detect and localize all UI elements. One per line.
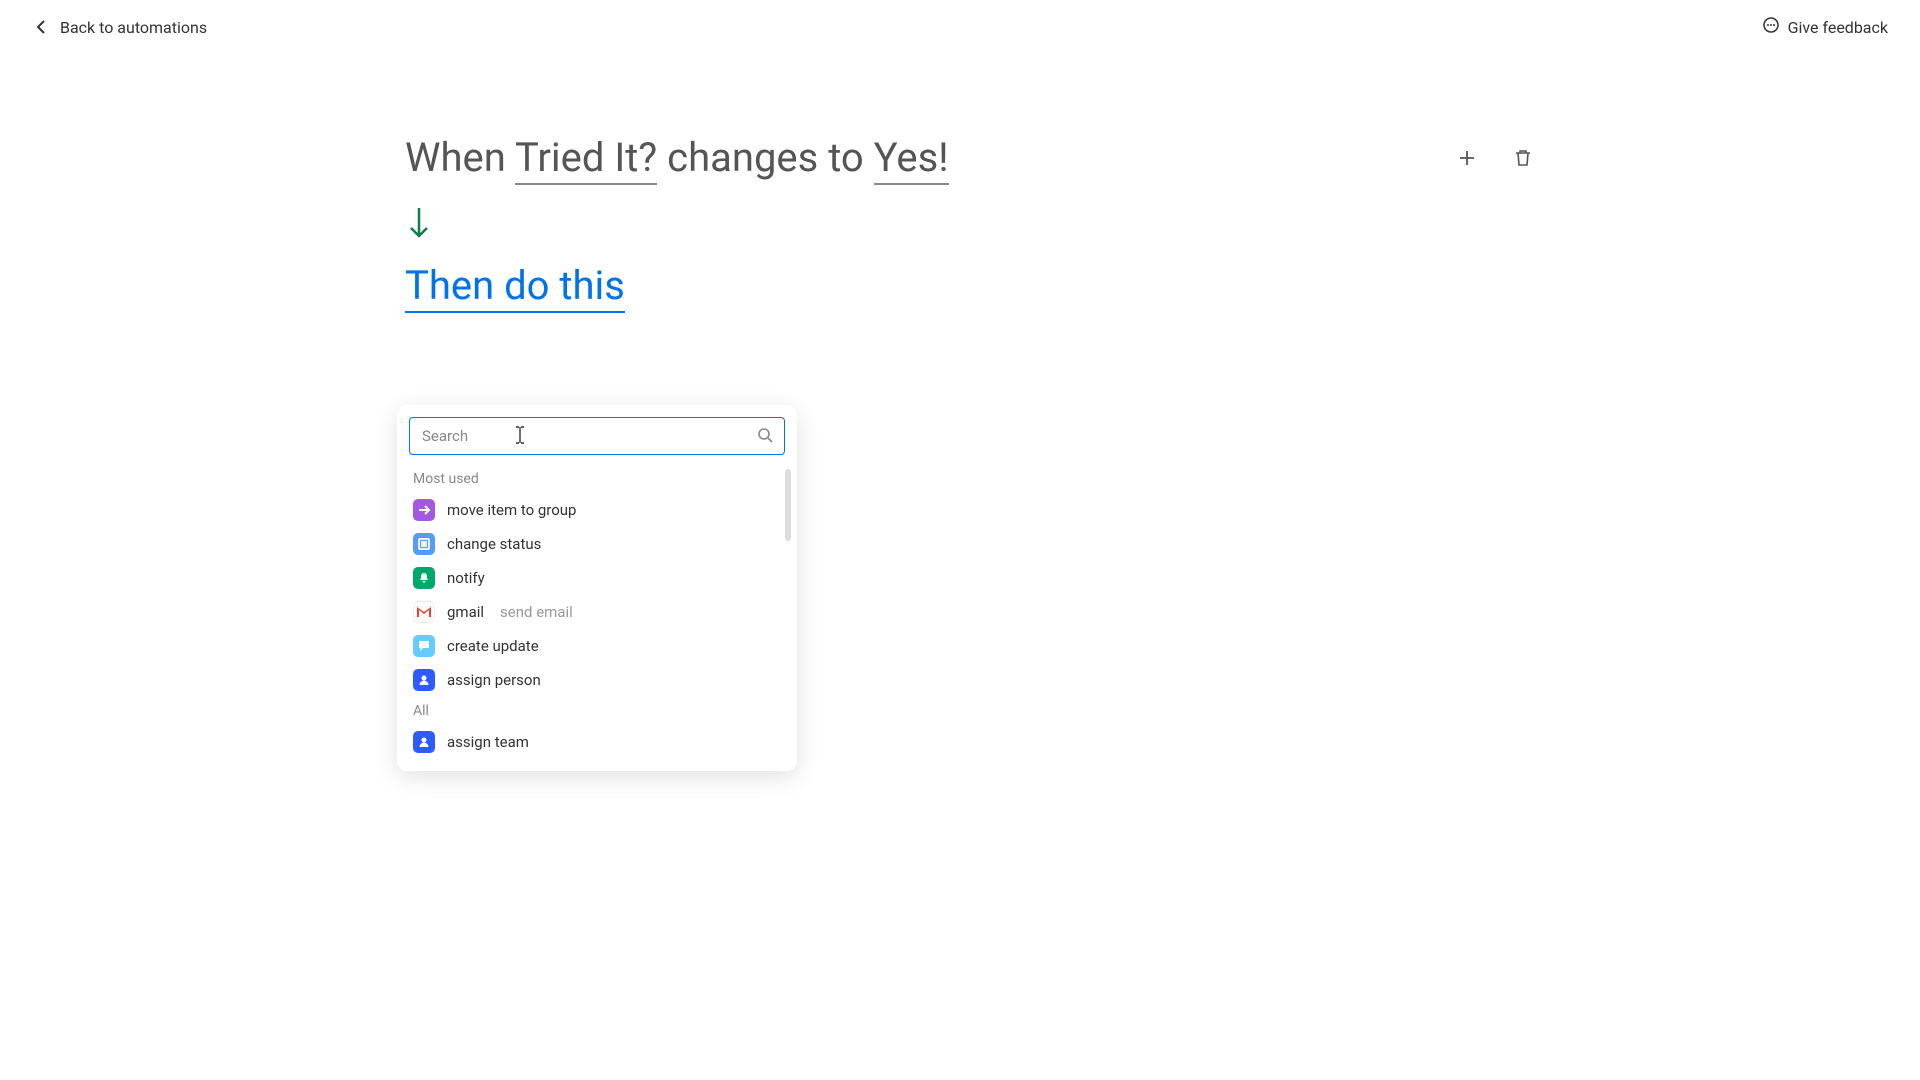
scrollbar-thumb[interactable] — [785, 469, 791, 541]
trigger-actions — [1455, 146, 1535, 170]
chevron-left-icon — [32, 17, 52, 37]
search-icon — [757, 427, 773, 447]
option-label: move item to group — [447, 501, 576, 519]
option-sublabel: send email — [500, 603, 573, 621]
search-input[interactable] — [409, 417, 785, 455]
search-wrapper — [397, 417, 797, 465]
list-icon — [413, 533, 435, 555]
speech-icon — [413, 635, 435, 657]
trigger-prefix: When — [405, 134, 515, 181]
action-prompt-row: Then do this — [405, 262, 1920, 313]
flow-arrow — [405, 206, 1920, 246]
option-label: gmail — [447, 603, 484, 621]
trigger-value-token[interactable]: Yes! — [874, 134, 949, 185]
most-used-section-label: Most used — [397, 465, 797, 493]
person-icon — [413, 731, 435, 753]
option-move-item-to-group[interactable]: move item to group — [397, 493, 797, 527]
then-do-this-button[interactable]: Then do this — [405, 262, 625, 313]
trigger-field-token[interactable]: Tried It? — [515, 134, 657, 185]
back-label: Back to automations — [60, 18, 207, 37]
all-section-label: All — [397, 697, 797, 725]
option-label: assign person — [447, 671, 541, 689]
option-assign-person[interactable]: assign person — [397, 663, 797, 697]
option-label: create update — [447, 637, 539, 655]
arrow-right-icon — [413, 499, 435, 521]
top-bar: Back to automations Give feedback — [0, 0, 1920, 54]
option-gmail[interactable]: gmail send email — [397, 595, 797, 629]
back-to-automations-link[interactable]: Back to automations — [32, 17, 207, 37]
gmail-icon — [413, 601, 435, 623]
automation-builder: When Tried It? changes to Yes! Then do t… — [0, 54, 1920, 313]
give-feedback-link[interactable]: Give feedback — [1762, 16, 1888, 38]
trigger-row: When Tried It? changes to Yes! — [405, 134, 1920, 182]
person-icon — [413, 669, 435, 691]
trigger-middle: changes to — [657, 134, 873, 181]
option-label: assign team — [447, 733, 529, 751]
feedback-label: Give feedback — [1788, 18, 1888, 37]
option-change-status[interactable]: change status — [397, 527, 797, 561]
trigger-sentence: When Tried It? changes to Yes! — [405, 134, 949, 182]
option-create-update[interactable]: create update — [397, 629, 797, 663]
feedback-icon — [1762, 16, 1780, 38]
option-label: notify — [447, 569, 485, 587]
action-picker-dropdown: Most used move item to group change stat… — [397, 405, 797, 771]
option-label: change status — [447, 535, 541, 553]
add-block-button[interactable] — [1455, 146, 1479, 170]
delete-block-button[interactable] — [1511, 146, 1535, 170]
option-assign-team[interactable]: assign team — [397, 725, 797, 759]
arrow-down-icon — [405, 206, 433, 242]
bell-icon — [413, 567, 435, 589]
option-notify[interactable]: notify — [397, 561, 797, 595]
